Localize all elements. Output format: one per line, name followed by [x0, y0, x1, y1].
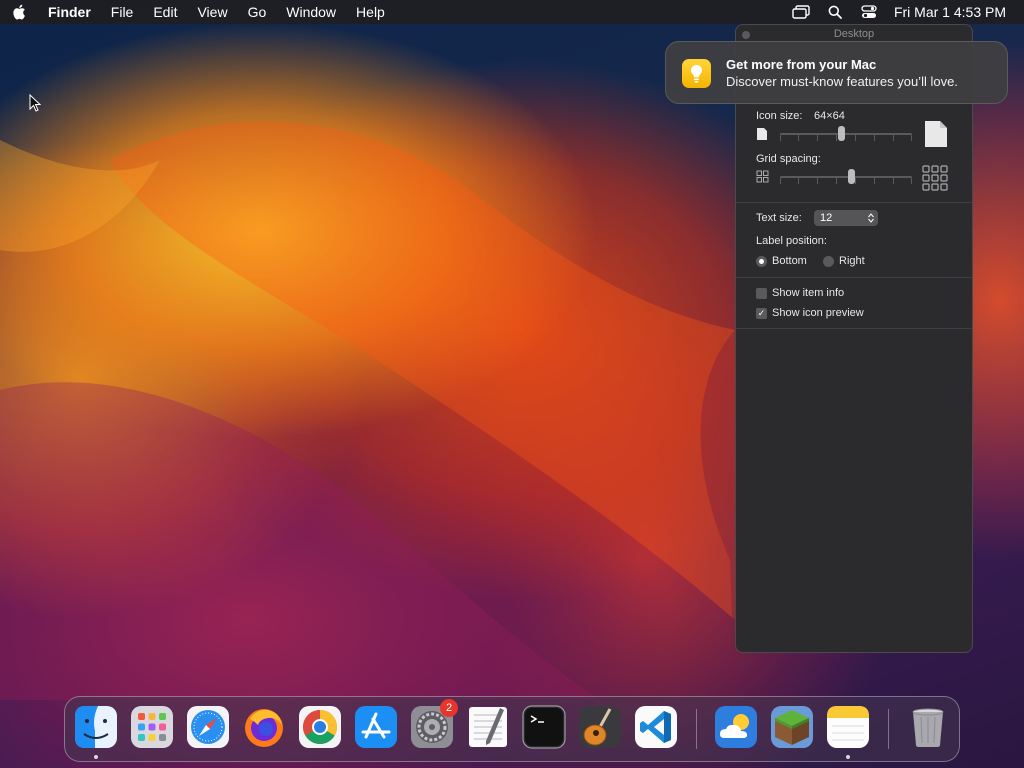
dock-minecraft[interactable]: [770, 705, 814, 749]
notification-title: Get more from your Mac: [726, 57, 877, 72]
dock-finder[interactable]: [74, 705, 118, 749]
icon-size-label: Icon size:: [756, 110, 803, 122]
divider: [736, 277, 972, 278]
menu-file[interactable]: File: [101, 0, 144, 24]
show-icon-preview-checkbox[interactable]: ✓: [756, 308, 767, 319]
label-position-label: Label position:: [756, 235, 827, 247]
dock-textedit[interactable]: [466, 705, 510, 749]
text-size-label: Text size:: [756, 212, 802, 224]
text-size-value: 12: [820, 212, 833, 224]
divider: [736, 328, 972, 329]
control-center-icon[interactable]: [852, 0, 886, 24]
firefox-icon: [245, 709, 283, 747]
dock-vscode[interactable]: [634, 705, 678, 749]
dock-system-settings[interactable]: 2: [410, 699, 458, 749]
divider: [736, 202, 972, 203]
weather-icon: [715, 706, 757, 748]
label-position-right-label: Right: [839, 255, 865, 267]
desktop-view-options-panel: Desktop Icon size: 64×64 Grid spacing: T…: [735, 24, 973, 653]
label-position-bottom-radio[interactable]: [756, 256, 767, 267]
screen-mirroring-icon[interactable]: [784, 0, 818, 24]
notification-body: Discover must-know features you’ll love.: [726, 74, 958, 89]
dock-notes[interactable]: [826, 705, 870, 749]
chrome-icon: [299, 706, 341, 748]
menu-view[interactable]: View: [187, 0, 237, 24]
small-grid-icon: [756, 170, 769, 183]
dock-chrome[interactable]: [298, 705, 342, 749]
running-indicator: [94, 755, 98, 759]
show-icon-preview-label: Show icon preview: [772, 307, 864, 319]
grid-spacing-label: Grid spacing:: [756, 153, 821, 165]
menubar-clock[interactable]: Fri Mar 1 4:53 PM: [886, 4, 1024, 20]
terminal-icon: [522, 705, 566, 749]
safari-icon: [187, 706, 229, 748]
textedit-icon: [469, 707, 507, 747]
spotlight-search-icon[interactable]: [818, 0, 852, 24]
dock-terminal[interactable]: [522, 705, 566, 749]
apple-logo-icon[interactable]: [0, 0, 38, 24]
minecraft-icon: [771, 706, 813, 748]
dock-garageband[interactable]: [578, 705, 622, 749]
label-position-bottom-label: Bottom: [772, 255, 807, 267]
vscode-icon: [635, 706, 677, 748]
finder-icon: [75, 706, 117, 748]
popup-arrows-icon: [868, 213, 874, 223]
mouse-cursor-icon: [29, 94, 41, 112]
icon-size-slider[interactable]: [780, 125, 912, 143]
trash-icon: [912, 708, 944, 747]
large-document-icon: [925, 121, 947, 147]
menu-bar: Finder File Edit View Go Window Help Fri…: [0, 0, 1024, 24]
large-grid-icon: [922, 165, 948, 191]
dock-launchpad[interactable]: [130, 705, 174, 749]
app-store-icon: [355, 706, 397, 748]
running-indicator: [846, 755, 850, 759]
dock-weather[interactable]: [714, 705, 758, 749]
dock-app-store[interactable]: [354, 705, 398, 749]
show-item-info-label: Show item info: [772, 287, 845, 299]
panel-title: Desktop: [833, 28, 875, 40]
menu-app-finder[interactable]: Finder: [38, 0, 101, 24]
notes-icon: [827, 706, 869, 748]
label-position-right-radio[interactable]: [823, 256, 834, 267]
dock-separator: [888, 709, 889, 749]
icon-size-slider-thumb[interactable]: [838, 126, 845, 141]
grid-spacing-slider[interactable]: [780, 168, 912, 186]
dock-firefox[interactable]: [242, 705, 286, 749]
grid-spacing-slider-thumb[interactable]: [848, 169, 855, 184]
show-item-info-checkbox[interactable]: [756, 288, 767, 299]
launchpad-icon: [131, 706, 173, 748]
dock-trash[interactable]: [906, 705, 950, 749]
notification-badge: 2: [440, 699, 458, 717]
garageband-icon: [579, 706, 621, 748]
menu-window[interactable]: Window: [276, 0, 346, 24]
dock-safari[interactable]: [186, 705, 230, 749]
dock: 2: [64, 696, 960, 762]
menu-go[interactable]: Go: [238, 0, 277, 24]
text-size-popup[interactable]: 12: [814, 210, 878, 226]
dock-separator: [696, 709, 697, 749]
small-document-icon: [757, 128, 767, 140]
menu-help[interactable]: Help: [346, 0, 395, 24]
tips-notification[interactable]: Get more from your Mac Discover must-kno…: [665, 41, 1008, 104]
menu-edit[interactable]: Edit: [143, 0, 187, 24]
icon-size-value: 64×64: [814, 110, 845, 122]
tips-lightbulb-icon: [682, 59, 711, 88]
